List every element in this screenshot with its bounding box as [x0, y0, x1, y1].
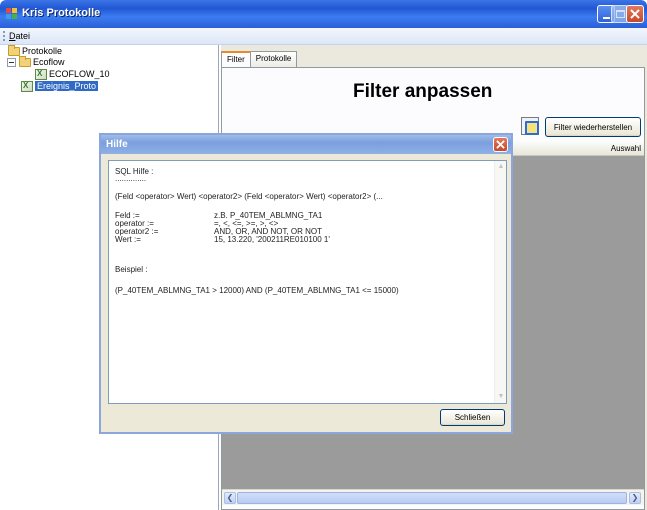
tree-label-ereignis-proto: Ereignis_Proto — [35, 81, 99, 91]
scroll-left-icon[interactable]: ❮ — [224, 492, 236, 504]
folder-icon — [19, 55, 31, 67]
window-title: Kris Protokolle — [22, 7, 101, 19]
tree-node-ecoflow-10[interactable]: ECOFLOW_10 — [35, 68, 110, 80]
tab-protokolle[interactable]: Protokolle — [249, 51, 298, 67]
window-titlebar[interactable]: Kris Protokolle — [0, 0, 647, 28]
dialog-close-button[interactable] — [493, 137, 508, 152]
edit-filter-icon[interactable] — [521, 117, 539, 135]
column-header-auswahl[interactable]: Auswahl — [493, 142, 644, 156]
dialog-titlebar[interactable]: Hilfe — [101, 135, 511, 154]
tab-strip: Filter Protokolle — [221, 51, 298, 68]
def-key: Wert := — [115, 235, 141, 244]
close-icon — [630, 9, 640, 19]
scroll-thumb[interactable] — [237, 492, 627, 504]
scroll-right-icon[interactable]: ❯ — [629, 492, 641, 504]
example-label: Beispiel : — [115, 265, 148, 274]
tree-label-ecoflow: Ecoflow — [33, 57, 65, 67]
help-text-area[interactable]: SQL Hilfe : .............. (Feld <operat… — [108, 160, 507, 404]
help-dialog: Hilfe SQL Hilfe : .............. (Feld <… — [99, 133, 513, 434]
scroll-up-icon[interactable]: ▲ — [496, 162, 506, 172]
example-query: (P_40TEM_ABLMNG_TA1 > 12000) AND (P_40TE… — [115, 286, 399, 295]
tree-label-root: Protokolle — [22, 46, 63, 56]
scroll-down-icon[interactable]: ▼ — [496, 392, 506, 402]
help-header-underline: .............. — [115, 174, 147, 183]
menu-grip — [3, 31, 5, 41]
menu-item-datei[interactable]: Datei — [9, 31, 30, 41]
dialog-title: Hilfe — [106, 139, 128, 150]
excel-file-icon — [35, 68, 47, 80]
close-window-button[interactable] — [626, 5, 644, 23]
horizontal-scrollbar[interactable]: ❮ ❯ — [222, 489, 644, 505]
menu-bar: Datei — [0, 28, 647, 45]
tab-filter[interactable]: Filter — [221, 51, 251, 68]
collapse-icon[interactable] — [7, 57, 16, 67]
tree-label-ecoflow-10: ECOFLOW_10 — [49, 69, 110, 79]
minimize-icon — [602, 16, 610, 19]
page-title: Filter anpassen — [353, 81, 493, 102]
app-icon — [6, 8, 17, 19]
folder-open-icon — [8, 44, 20, 56]
maximize-icon — [615, 10, 625, 18]
excel-file-icon — [21, 80, 33, 92]
help-syntax: (Feld <operator> Wert) <operator2> (Feld… — [115, 192, 383, 201]
close-icon — [496, 140, 505, 149]
close-dialog-button[interactable]: Schließen — [440, 409, 505, 426]
vertical-scrollbar[interactable]: ▲ ▼ — [494, 161, 506, 403]
tree-node-ecoflow[interactable]: Ecoflow — [7, 55, 65, 68]
restore-filter-button[interactable]: Filter wiederherstellen — [545, 117, 641, 137]
tree-node-ereignis-proto[interactable]: Ereignis_Proto — [21, 80, 99, 92]
def-value: 15, 13.220, '200211RE010100 1' — [214, 235, 330, 244]
